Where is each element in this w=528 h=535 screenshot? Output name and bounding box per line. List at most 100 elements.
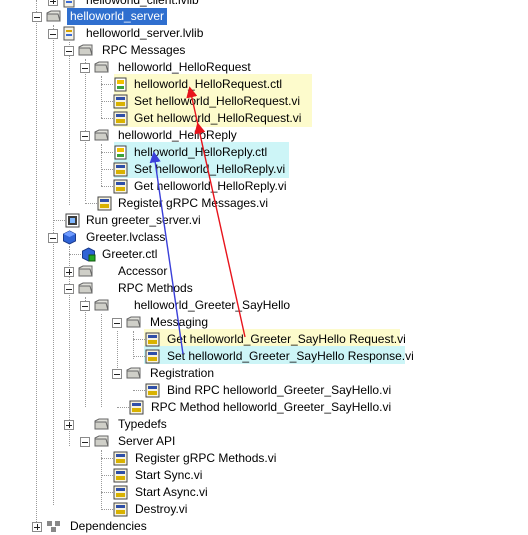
- tree-item-label: helloworld_HelloRequest.ctl: [134, 77, 283, 91]
- tree-item-dependencies[interactable]: Dependencies: [0, 518, 520, 535]
- folder-icon: [126, 316, 141, 328]
- tree-item-start-sync-vi[interactable]: Start Sync.vi: [0, 467, 520, 484]
- tree-item-get-hellorequest-vi[interactable]: Get helloworld_HelloRequest.vi: [0, 110, 520, 127]
- tree-item-greeter-ctl[interactable]: Greeter.ctl: [0, 246, 520, 263]
- tree-item-messaging-folder[interactable]: Messaging: [0, 314, 520, 331]
- tree-item-label: Bind RPC helloworld_Greeter_SayHello.vi: [167, 383, 392, 397]
- tree-item-run-greeter-server-vi[interactable]: Run greeter_server.vi: [0, 212, 520, 229]
- collapse-toggle[interactable]: [112, 318, 122, 328]
- collapse-toggle[interactable]: [80, 437, 90, 447]
- tree-item-label: Greeter.ctl: [102, 247, 158, 261]
- folder-icon: [94, 61, 109, 73]
- tree-item-typedefs[interactable]: Typedefs: [0, 416, 520, 433]
- vi-icon: [65, 213, 80, 228]
- tree-item-helloreply-folder[interactable]: helloworld_HelloReply: [0, 127, 520, 144]
- control-icon: [114, 145, 127, 160]
- tree-item-helloworld-server[interactable]: helloworld_server: [0, 8, 520, 25]
- tree-item-set-sayhello-response-vi[interactable]: Set helloworld_Greeter_SayHello Response…: [0, 348, 520, 365]
- tree-item-rpc-messages[interactable]: RPC Messages: [0, 42, 520, 59]
- tree-item-label: RPC Methods: [118, 281, 193, 295]
- dependencies-icon: [47, 521, 60, 532]
- tree-item-hellorequest-ctl[interactable]: helloworld_HelloRequest.ctl: [0, 76, 520, 93]
- folder-icon: [46, 10, 61, 22]
- collapse-toggle[interactable]: [64, 46, 74, 56]
- expand-toggle[interactable]: [32, 522, 42, 532]
- expand-toggle[interactable]: [64, 420, 74, 430]
- tree-item-hellorequest-folder[interactable]: helloworld_HelloRequest: [0, 59, 520, 76]
- folder-icon: [78, 44, 93, 56]
- folder-icon: [94, 435, 109, 447]
- folder-icon: [94, 418, 109, 430]
- tree-item-get-helloreply-vi[interactable]: Get helloworld_HelloReply.vi: [0, 178, 520, 195]
- tree-item-label: Registration: [150, 366, 215, 380]
- tree-item-label: helloworld_HelloReply.ctl: [134, 145, 268, 159]
- tree-item-label: Start Async.vi: [135, 485, 208, 499]
- vi-icon: [113, 468, 128, 483]
- tree-item-label: Set helloworld_HelloReply.vi: [134, 162, 286, 176]
- tree-item-bind-rpc-sayhello-vi[interactable]: Bind RPC helloworld_Greeter_SayHello.vi: [0, 382, 520, 399]
- tree-item-label: Get helloworld_Greeter_SayHello Request.…: [167, 332, 406, 346]
- collapse-toggle[interactable]: [80, 301, 90, 311]
- collapse-toggle[interactable]: [64, 284, 74, 294]
- vi-icon: [113, 179, 128, 194]
- folder-icon: [94, 129, 109, 141]
- tree-item-label: helloworld_HelloReply: [118, 128, 237, 142]
- tree-item-get-sayhello-request-vi[interactable]: Get helloworld_Greeter_SayHello Request.…: [0, 331, 520, 348]
- control-icon: [114, 77, 127, 92]
- tree-item-label: Greeter.lvclass: [86, 230, 166, 244]
- tree-item-label: helloworld_server: [67, 8, 168, 25]
- tree-item-label: Destroy.vi: [135, 502, 188, 516]
- vi-icon: [145, 383, 160, 398]
- vi-icon: [113, 485, 128, 500]
- tree-item-label: helloworld_Greeter_SayHello: [134, 298, 291, 312]
- collapse-toggle[interactable]: [48, 233, 58, 243]
- vi-icon: [113, 451, 128, 466]
- vi-icon: [145, 349, 160, 364]
- vi-icon: [113, 94, 128, 109]
- collapse-toggle[interactable]: [80, 131, 90, 141]
- tree-item-start-async-vi[interactable]: Start Async.vi: [0, 484, 520, 501]
- library-icon: [63, 0, 75, 8]
- tree-item-label: Set helloworld_Greeter_SayHello Response…: [167, 349, 414, 363]
- collapse-toggle[interactable]: [80, 63, 90, 73]
- folder-icon: [78, 265, 93, 277]
- collapse-toggle[interactable]: [48, 29, 58, 39]
- collapse-toggle[interactable]: [32, 12, 42, 22]
- vi-icon: [113, 162, 128, 177]
- expand-toggle[interactable]: [64, 267, 74, 277]
- tree-item-destroy-vi[interactable]: Destroy.vi: [0, 501, 520, 518]
- folder-icon: [94, 299, 109, 311]
- tree-item-label: helloworld_server.lvlib: [86, 26, 204, 40]
- tree-item-registration-folder[interactable]: Registration: [0, 365, 520, 382]
- tree-item-set-helloreply-vi[interactable]: Set helloworld_HelloReply.vi: [0, 161, 520, 178]
- expand-toggle[interactable]: [48, 0, 58, 6]
- tree-item-server-api[interactable]: Server API: [0, 433, 520, 450]
- tree-item-register-grpc-messages-vi[interactable]: Register gRPC Messages.vi: [0, 195, 520, 212]
- collapse-toggle[interactable]: [112, 369, 122, 379]
- tree-item-sayhello-folder[interactable]: helloworld_Greeter_SayHello: [0, 297, 520, 314]
- tree-item-label: Typedefs: [118, 417, 167, 431]
- tree-item-helloreply-ctl[interactable]: helloworld_HelloReply.ctl: [0, 144, 520, 161]
- tree-item-label: Run greeter_server.vi: [86, 213, 201, 227]
- tree-item-greeter-lvclass[interactable]: Greeter.lvclass: [0, 229, 520, 246]
- library-icon: [63, 26, 75, 41]
- tree-item-label: Accessor: [118, 264, 168, 278]
- tree-item-label: Dependencies: [70, 519, 147, 533]
- tree-item-helloworld-server-lvlib[interactable]: helloworld_server.lvlib: [0, 25, 520, 42]
- tree-item-label: Messaging: [150, 315, 209, 329]
- vi-icon: [129, 400, 144, 415]
- tree-item-accessor[interactable]: Accessor: [0, 263, 520, 280]
- tree-item-label: Register gRPC Messages.vi: [118, 196, 269, 210]
- tree-item-label: Start Sync.vi: [135, 468, 203, 482]
- vi-icon: [145, 332, 160, 347]
- vi-icon: [97, 196, 112, 211]
- tree-item-register-grpc-methods-vi[interactable]: Register gRPC Methods.vi: [0, 450, 520, 467]
- tree-item-rpc-methods[interactable]: RPC Methods: [0, 280, 520, 297]
- tree-item-set-hellorequest-vi[interactable]: Set helloworld_HelloRequest.vi: [0, 93, 520, 110]
- class-cube-icon: [63, 230, 76, 245]
- tree-item-label: helloworld_HelloRequest: [118, 60, 251, 74]
- vi-icon: [113, 111, 128, 126]
- folder-icon: [78, 282, 93, 294]
- tree-item-label: Server API: [118, 434, 176, 448]
- tree-item-rpc-method-sayhello-vi[interactable]: RPC Method helloworld_Greeter_SayHello.v…: [0, 399, 520, 416]
